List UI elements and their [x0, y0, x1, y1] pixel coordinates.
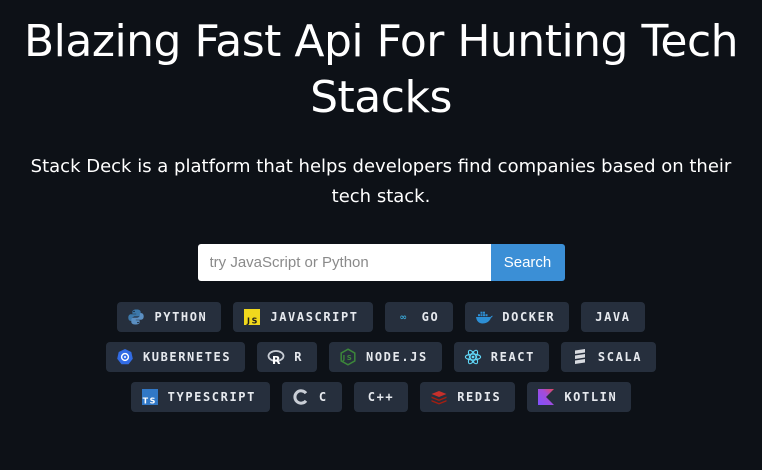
tag-label: REDIS — [457, 390, 502, 404]
tag-label: JAVASCRIPT — [270, 310, 359, 324]
tag-kotlin[interactable]: KOTLIN — [527, 382, 632, 412]
tech-tag-list: PYTHON JS JAVASCRIPT ∞ GO DOCKER JAVA KU… — [81, 302, 681, 412]
docker-icon — [475, 308, 494, 326]
c-icon — [292, 388, 310, 406]
tag-scala[interactable]: SCALA — [560, 342, 657, 372]
tag-python[interactable]: PYTHON — [117, 302, 222, 332]
tag-row: KUBERNETES R R JS NODE.JS REACT SCALA — [81, 342, 681, 372]
tag-row: PYTHON JS JAVASCRIPT ∞ GO DOCKER JAVA — [81, 302, 681, 332]
tag-label: SCALA — [597, 350, 643, 364]
search-input[interactable] — [197, 244, 491, 281]
tag-label: C — [318, 390, 328, 404]
tag-label: KOTLIN — [564, 390, 618, 404]
svg-text:R: R — [272, 354, 282, 366]
svg-text:TS: TS — [142, 397, 156, 406]
tag-c[interactable]: C — [281, 382, 342, 412]
tag-docker[interactable]: DOCKER — [465, 302, 570, 332]
search-form: Search — [197, 244, 565, 281]
page-subtitle: Stack Deck is a platform that helps deve… — [30, 156, 732, 207]
react-icon — [464, 348, 482, 366]
tag-typescript[interactable]: TS TYPESCRIPT — [130, 382, 270, 412]
svg-text:∞: ∞ — [399, 313, 408, 323]
javascript-icon: JS — [243, 308, 261, 326]
svg-text:JS: JS — [246, 317, 259, 326]
r-icon: R — [267, 348, 285, 366]
tag-r[interactable]: R R — [257, 342, 318, 372]
scala-icon — [571, 348, 589, 366]
tag-go[interactable]: ∞ GO — [384, 302, 454, 332]
tag-kubernetes[interactable]: KUBERNETES — [105, 342, 246, 372]
page-title: Blazing Fast Api For Hunting Tech Stacks — [23, 16, 739, 123]
tag-label: C++ — [367, 390, 395, 404]
tag-label: PYTHON — [154, 310, 208, 324]
tag-label: TYPESCRIPT — [167, 390, 256, 404]
typescript-icon: TS — [141, 388, 159, 406]
nodejs-icon: JS — [339, 348, 357, 366]
tag-label: NODE.JS — [366, 350, 428, 364]
search-button[interactable]: Search — [490, 244, 565, 281]
kubernetes-icon — [116, 348, 134, 366]
tag-label: JAVA — [595, 310, 631, 324]
tag-cpp[interactable]: C++ — [353, 382, 409, 412]
tag-java[interactable]: JAVA — [581, 302, 645, 332]
tag-label: DOCKER — [502, 310, 556, 324]
go-icon: ∞ — [395, 308, 413, 326]
hero-section: Blazing Fast Api For Hunting Tech Stacks… — [0, 14, 762, 412]
svg-text:JS: JS — [342, 354, 354, 362]
tag-react[interactable]: REACT — [453, 342, 549, 372]
tag-label: REACT — [490, 350, 535, 364]
tag-redis[interactable]: REDIS — [420, 382, 516, 412]
redis-icon — [430, 388, 448, 406]
tag-label: R — [294, 350, 304, 364]
tag-nodejs[interactable]: JS NODE.JS — [329, 342, 442, 372]
python-icon — [127, 308, 145, 326]
tag-label: KUBERNETES — [142, 350, 232, 364]
tag-row: TS TYPESCRIPT C C++ REDIS KOTLIN — [81, 382, 681, 412]
tag-label: GO — [421, 310, 440, 324]
kotlin-icon — [537, 388, 555, 406]
tag-javascript[interactable]: JS JAVASCRIPT — [233, 302, 373, 332]
